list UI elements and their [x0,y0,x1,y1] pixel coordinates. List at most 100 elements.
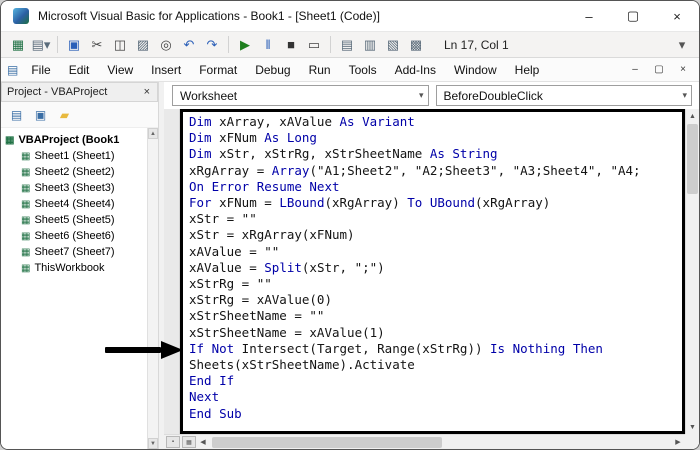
excel-view-icon[interactable]: ▦ [7,34,29,56]
toolbar-separator [330,36,331,53]
tree-item-label: Sheet6 (Sheet6) [34,230,115,242]
design-mode-icon[interactable]: ▭ [303,34,325,56]
menu-item-file[interactable]: File [22,60,59,80]
procedure-dropdown[interactable]: BeforeDoubleClick ▾ [435,85,692,106]
object-dropdown[interactable]: Worksheet ▾ [172,85,429,106]
run-icon[interactable]: ▶ [234,34,256,56]
vba-app-icon [13,8,29,24]
code-line: xStrRg = "" [189,276,272,292]
sheet-icon: ▦ [21,150,31,162]
menu-item-addins[interactable]: Add-Ins [386,60,445,80]
full-module-view-button[interactable]: ▦ [182,436,196,448]
project-tree: ▦ VBAProject (Book1 ▦ Sheet1 (Sheet1) ▦ Sheet… [1,128,158,276]
tree-item-label: Sheet7 (Sheet7) [34,246,115,258]
project-panel-header: Project - VBAProject × [1,82,158,102]
code-line: xStr = "" [189,211,257,227]
toolbox-icon[interactable]: ▩ [405,34,427,56]
tree-item[interactable]: ▦ Sheet6 (Sheet6) [5,228,146,244]
project-panel-title: Project - VBAProject [7,86,108,98]
reset-icon[interactable]: ■ [280,34,302,56]
procedure-dropdown-value: BeforeDoubleClick [443,88,543,103]
cut-icon[interactable]: ✂ [86,34,108,56]
menu-item-debug[interactable]: Debug [246,60,299,80]
tree-item-label: VBAProject (Book1 [18,134,120,146]
scroll-up-icon[interactable]: ▲ [148,128,158,139]
menu-item-insert[interactable]: Insert [142,60,190,80]
toggle-folders-icon[interactable]: ▰ [54,105,75,125]
scroll-down-icon[interactable]: ▼ [148,438,158,449]
menu-item-run[interactable]: Run [300,60,340,80]
vertical-scroll-thumb[interactable] [687,124,698,194]
tree-item-label: Sheet4 (Sheet4) [34,198,115,210]
tree-item[interactable]: ▦ Sheet3 (Sheet3) [5,180,146,196]
view-object-icon[interactable]: ▣ [30,105,51,125]
scroll-down-icon[interactable]: ▼ [686,420,699,434]
code-line: End If [189,373,235,389]
horizontal-scrollbar[interactable]: ▪ ▦ ◀ ▶ [164,434,685,449]
scroll-left-icon[interactable]: ◀ [196,435,210,449]
code-line: End Sub [189,405,242,421]
sheet-icon: ▦ [21,166,31,178]
tree-item[interactable]: ▦ Sheet4 (Sheet4) [5,196,146,212]
sheet-icon: ▦ [21,182,31,194]
code-line: For xFNum = LBound(xRgArray) To UBound(x… [189,195,551,211]
menu-item-edit[interactable]: Edit [60,60,99,80]
copy-icon[interactable]: ◫ [109,34,131,56]
sheet-icon: ▦ [21,198,31,210]
code-line: On Error Resume Next [189,178,340,194]
tree-item-label: Sheet2 (Sheet2) [34,166,115,178]
object-browser-icon[interactable]: ▧ [382,34,404,56]
properties-window-icon[interactable]: ▥ [359,34,381,56]
tree-item[interactable]: ▦ Sheet5 (Sheet5) [5,212,146,228]
view-code-icon[interactable]: ▤ [6,105,27,125]
child-close-button[interactable]: × [671,60,695,80]
project-panel-toolbar: ▤ ▣ ▰ [1,102,158,128]
project-tree-scrollbar[interactable]: ▲ ▼ [147,128,158,449]
procedure-view-button[interactable]: ▪ [166,436,180,448]
tree-item[interactable]: ▦ Sheet7 (Sheet7) [5,244,146,260]
menu-item-format[interactable]: Format [190,60,246,80]
tree-root-item[interactable]: ▦ VBAProject (Book1 [5,132,146,148]
break-icon[interactable]: ‖ [257,34,279,56]
scroll-up-icon[interactable]: ▲ [686,109,699,123]
tree-item[interactable]: ▦ Sheet2 (Sheet2) [5,164,146,180]
child-minimize-button[interactable]: – [623,60,647,80]
menu-item-tools[interactable]: Tools [340,60,386,80]
close-button[interactable]: × [655,1,699,31]
code-line: xAValue = Split(xStr, ";") [189,259,385,275]
child-restore-button[interactable]: ▢ [647,60,671,80]
code-line: xAValue = "" [189,243,280,259]
paste-icon[interactable]: ▨ [132,34,154,56]
code-lines: Dim xArray, xAValue As Variant Dim xFNum … [189,114,682,422]
maximize-button[interactable]: ▢ [611,1,655,31]
code-editor[interactable]: Dim xArray, xAValue As Variant Dim xFNum … [180,109,685,434]
undo-icon[interactable]: ↶ [178,34,200,56]
menu-item-window[interactable]: Window [445,60,506,80]
horizontal-scroll-thumb[interactable] [212,437,442,448]
minimize-button[interactable]: – [567,1,611,31]
document-icon: ▤ [7,62,19,77]
save-icon[interactable]: ▣ [63,34,85,56]
tree-item-label: Sheet5 (Sheet5) [34,214,115,226]
project-panel-close-icon[interactable]: × [142,86,152,98]
code-line: xStrRg = xAValue(0) [189,292,332,308]
tree-item[interactable]: ▦ ThisWorkbook [5,260,146,276]
tree-item-label: Sheet1 (Sheet1) [34,150,115,162]
menu-item-help[interactable]: Help [506,60,549,80]
horizontal-scroll-track[interactable] [210,435,671,449]
tree-item[interactable]: ▦ Sheet1 (Sheet1) [5,148,146,164]
chevron-down-icon: ▾ [418,90,424,100]
workbook-icon: ▦ [21,262,31,274]
code-line: If Not Intersect(Target, Range(xStrRg)) … [189,340,603,356]
vba-editor-window: Microsoft Visual Basic for Applications … [0,0,700,450]
toolbar-options-icon[interactable]: ▾ [671,34,693,56]
project-explorer-icon[interactable]: ▤ [336,34,358,56]
code-margin-indicator-bar[interactable] [164,109,180,434]
vertical-scrollbar[interactable]: ▲ ▼ [685,109,699,434]
scroll-right-icon[interactable]: ▶ [671,435,685,449]
find-icon[interactable]: ◎ [155,34,177,56]
menu-item-view[interactable]: View [98,60,142,80]
sheet-icon: ▦ [21,246,31,258]
redo-icon[interactable]: ↷ [201,34,223,56]
insert-userform-icon[interactable]: ▤▾ [30,34,52,56]
